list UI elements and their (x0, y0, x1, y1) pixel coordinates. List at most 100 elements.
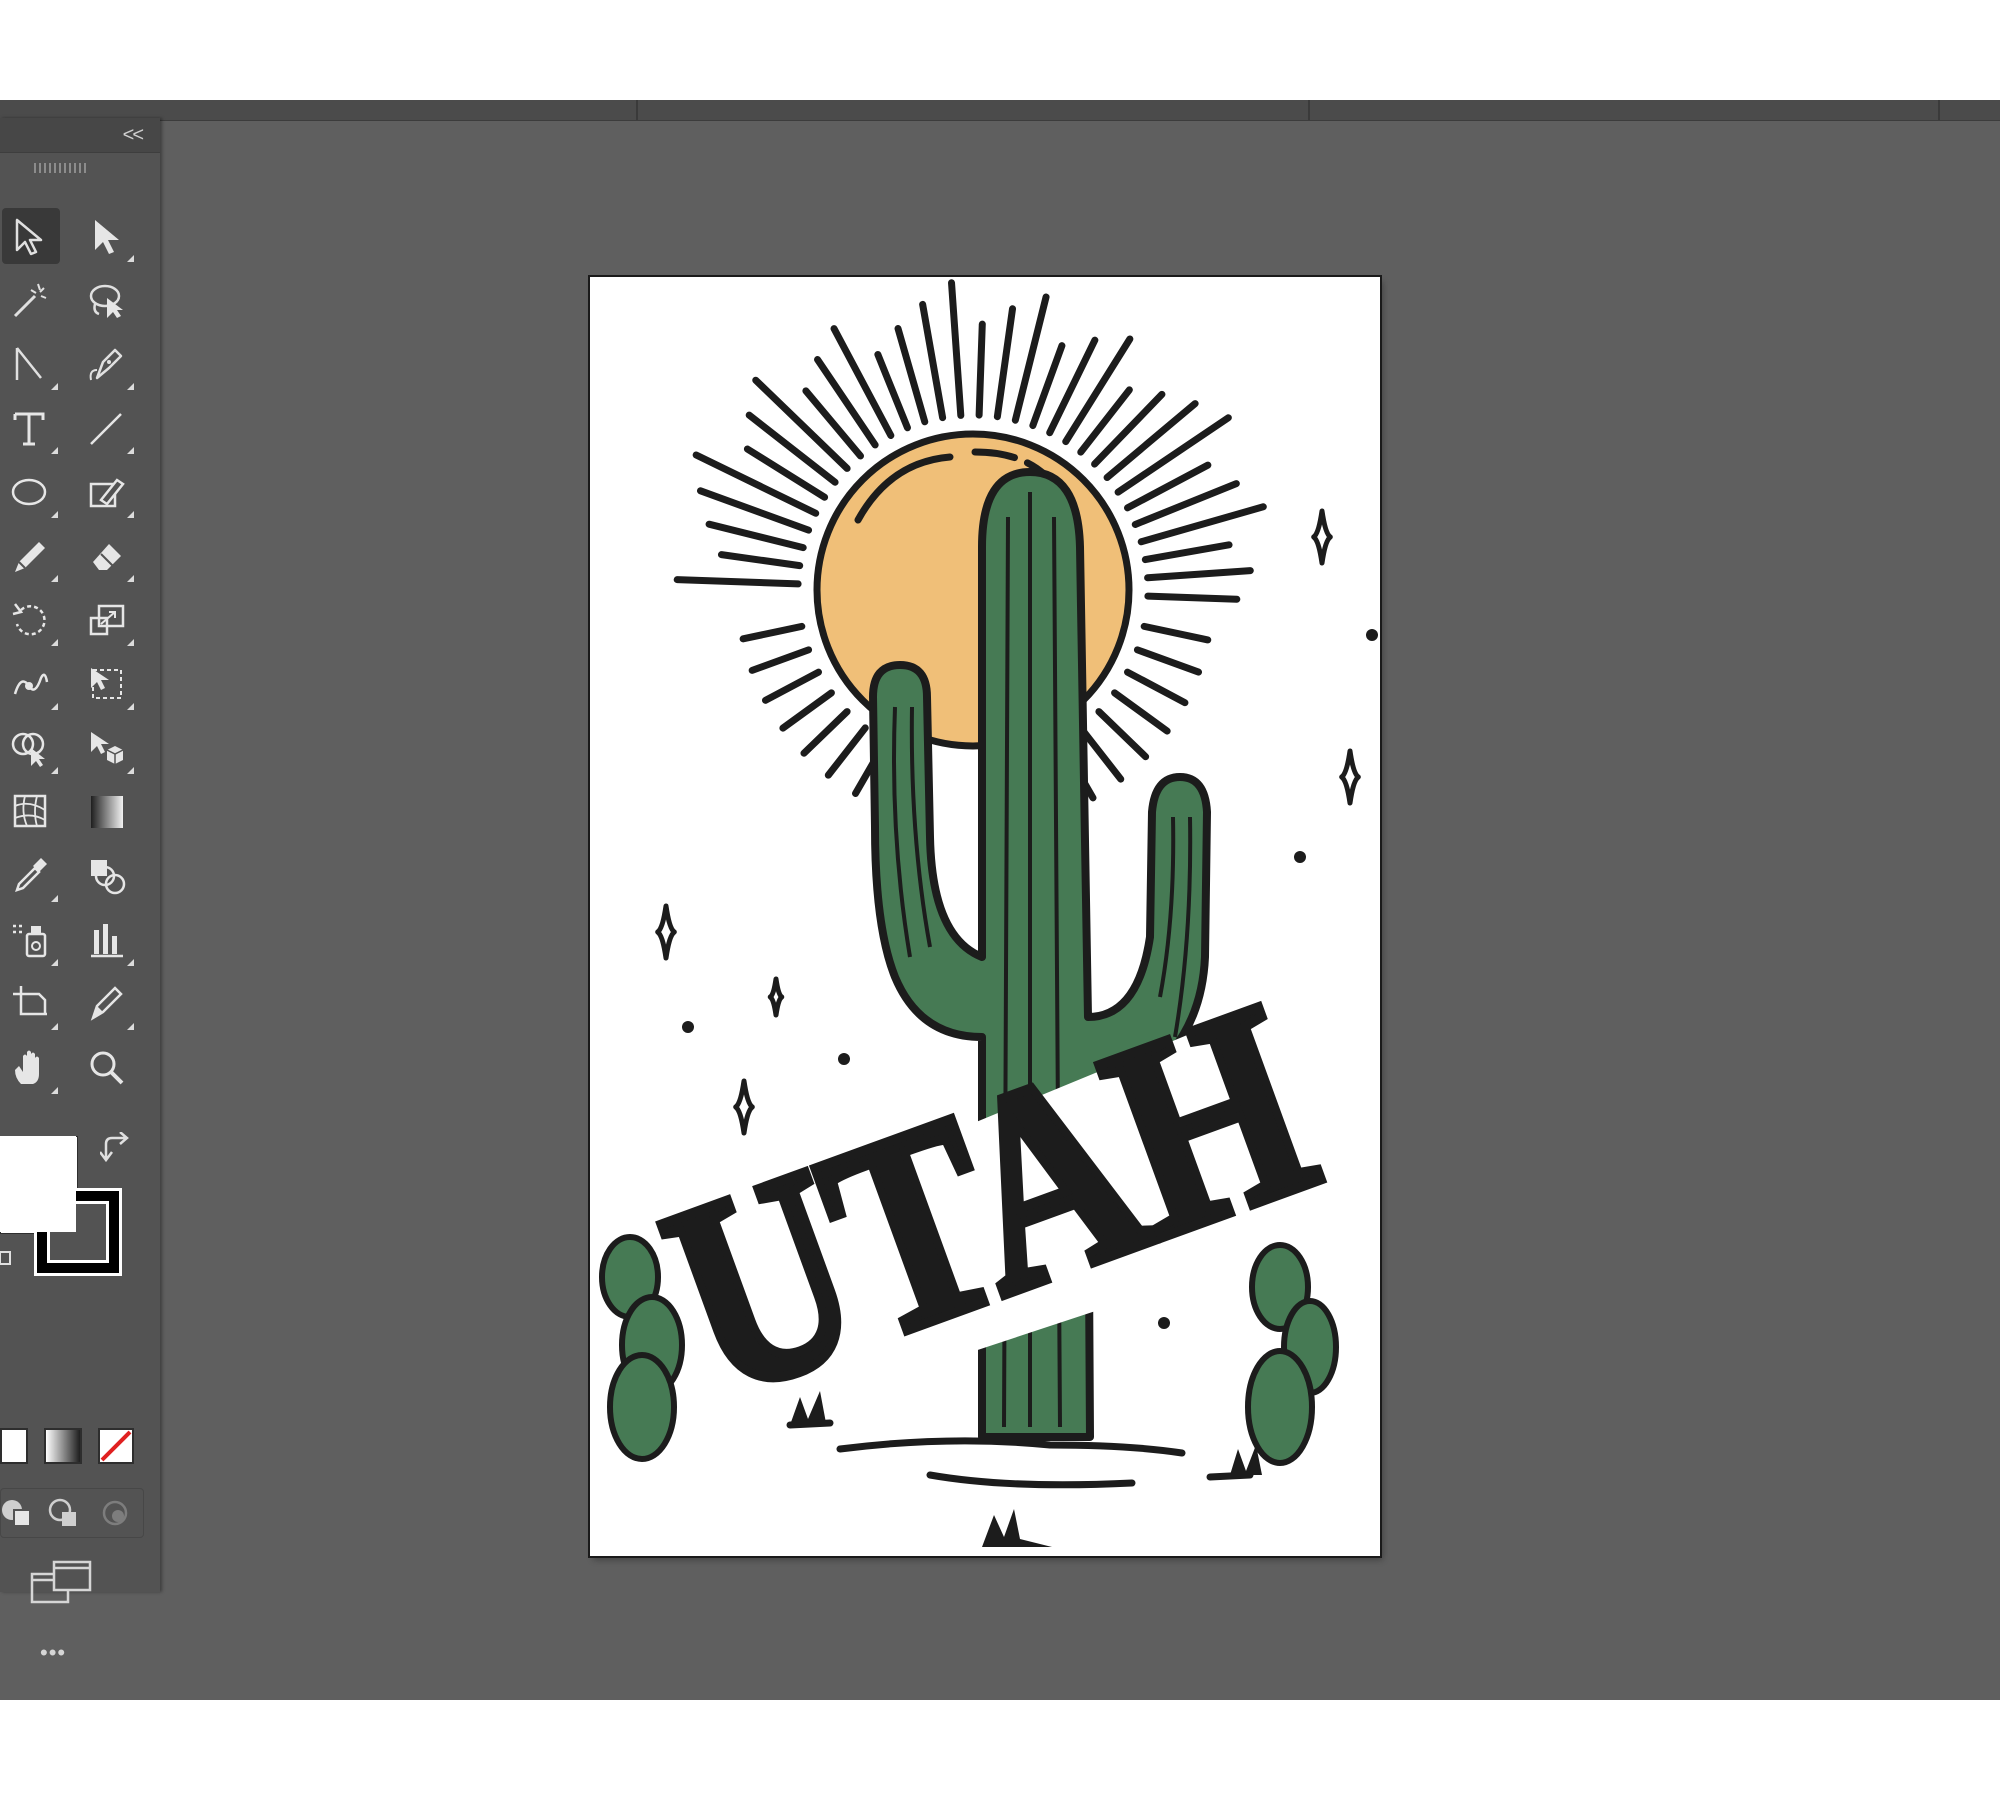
lasso-icon (89, 284, 123, 318)
anchor-point-tool-button[interactable] (2, 336, 60, 392)
star (1311, 508, 1333, 566)
gradient-mode-button[interactable] (44, 1428, 82, 1464)
sun-ray (1111, 689, 1171, 735)
magic-wand-icon (13, 283, 47, 318)
collapse-panel-button[interactable]: << (123, 124, 144, 147)
small-cactus-right (1245, 1242, 1339, 1466)
sun-ray (1133, 646, 1203, 676)
pencil-tool-button[interactable] (2, 528, 60, 584)
star (1339, 748, 1361, 806)
gradient-icon (91, 796, 123, 828)
sun-ray (743, 445, 829, 501)
illustrator-window: << ••• UTAH (0, 100, 2000, 1700)
mesh-tool-button[interactable] (2, 784, 60, 840)
direct-selection-arrow-icon (95, 220, 119, 254)
ellipse-icon (11, 478, 47, 506)
pen-tool-button[interactable] (78, 336, 136, 392)
slice-tool-button[interactable] (78, 976, 136, 1032)
tab-separator (1308, 100, 1310, 120)
sun-ray (705, 520, 807, 552)
utah-cactus-artwork[interactable]: UTAH (590, 277, 1380, 1556)
artboard[interactable]: UTAH (588, 275, 1382, 1558)
hand-icon (15, 1050, 39, 1084)
panel-grip[interactable] (34, 163, 88, 173)
perspective-grid-tool-button[interactable] (78, 720, 136, 776)
free-transform-icon (91, 668, 122, 699)
shape-builder-icon (11, 732, 45, 767)
symbol-sprayer-tool-button[interactable] (2, 912, 60, 968)
column-graph-icon (91, 924, 123, 958)
eraser-tool-button[interactable] (78, 528, 136, 584)
shaper-icon (89, 478, 125, 508)
scale-icon (89, 604, 125, 636)
sun-ray (717, 551, 804, 570)
sun-ray (830, 325, 895, 439)
type-t-icon (13, 412, 45, 446)
sun-ray (1091, 390, 1166, 468)
rotate-icon (12, 603, 46, 636)
symbol-sprayer-icon (13, 924, 47, 958)
sun-ray (1077, 386, 1133, 456)
eraser-icon (93, 544, 121, 570)
fill-swatch-front[interactable] (0, 1136, 76, 1232)
color-mode-button[interactable] (0, 1428, 28, 1464)
shape-builder-tool-button[interactable] (2, 720, 60, 776)
sun-ray (1141, 541, 1233, 564)
sun-ray (673, 576, 802, 588)
screen-mode-icon[interactable] (30, 1558, 94, 1606)
draw-normal-icon[interactable] (0, 1496, 34, 1530)
document-tab-bar (0, 100, 2000, 121)
tools-panel-header: << (0, 118, 160, 153)
sun-ray (762, 668, 822, 704)
swap-fill-stroke-icon[interactable] (100, 1132, 134, 1166)
sun-ray (1140, 622, 1212, 644)
eyedropper-icon (15, 858, 47, 892)
sun-ray (814, 356, 879, 449)
warp-tool-button[interactable] (2, 656, 60, 712)
draw-inside-icon[interactable] (98, 1496, 132, 1530)
blend-icon (91, 860, 126, 895)
selection-tool-button[interactable] (2, 208, 60, 264)
gradient-tool-button[interactable] (78, 784, 136, 840)
draw-behind-icon[interactable] (46, 1496, 80, 1530)
type-tool-button[interactable] (2, 400, 60, 456)
edit-toolbar-button[interactable]: ••• (40, 1640, 66, 1666)
magic-wand-tool-button[interactable] (2, 272, 60, 328)
star (655, 903, 677, 961)
shaper-tool-button[interactable] (78, 464, 136, 520)
eyedropper-tool-button[interactable] (2, 848, 60, 904)
free-transform-tool-button[interactable] (78, 656, 136, 712)
artboard-tool-button[interactable] (2, 976, 60, 1032)
none-mode-button[interactable] (98, 1428, 134, 1464)
sun-ray (802, 387, 865, 460)
knife-icon (90, 986, 123, 1021)
tab-separator (636, 100, 638, 120)
sun-ray (1124, 668, 1189, 707)
tab-separator (1938, 100, 1940, 120)
line-segment-icon (90, 413, 122, 445)
ellipse-tool-button[interactable] (2, 464, 60, 520)
selection-arrow-icon (15, 218, 43, 256)
scale-tool-button[interactable] (78, 592, 136, 648)
perspective-cube-icon (91, 732, 124, 764)
sun-ray (800, 708, 851, 757)
zoom-tool-button[interactable] (78, 1040, 136, 1096)
lasso-tool-button[interactable] (78, 272, 136, 328)
tools-panel: << ••• (0, 118, 160, 1665)
artboard-icon (13, 986, 47, 1016)
star (767, 976, 785, 1018)
anchor-point-icon (15, 347, 42, 380)
direct-selection-tool-button[interactable] (78, 208, 136, 264)
column-graph-tool-button[interactable] (78, 912, 136, 968)
line-segment-tool-button[interactable] (78, 400, 136, 456)
sun-ray (739, 622, 806, 643)
small-cactus-left (599, 1234, 685, 1462)
blend-tool-button[interactable] (78, 848, 136, 904)
rotate-tool-button[interactable] (2, 592, 60, 648)
sun-ray (1095, 708, 1150, 761)
default-fill-stroke-icon[interactable] (0, 1248, 14, 1268)
sun-ray (919, 300, 947, 422)
sun-ray (1144, 592, 1241, 603)
magnifier-icon (90, 1051, 124, 1085)
hand-tool-button[interactable] (2, 1040, 60, 1096)
